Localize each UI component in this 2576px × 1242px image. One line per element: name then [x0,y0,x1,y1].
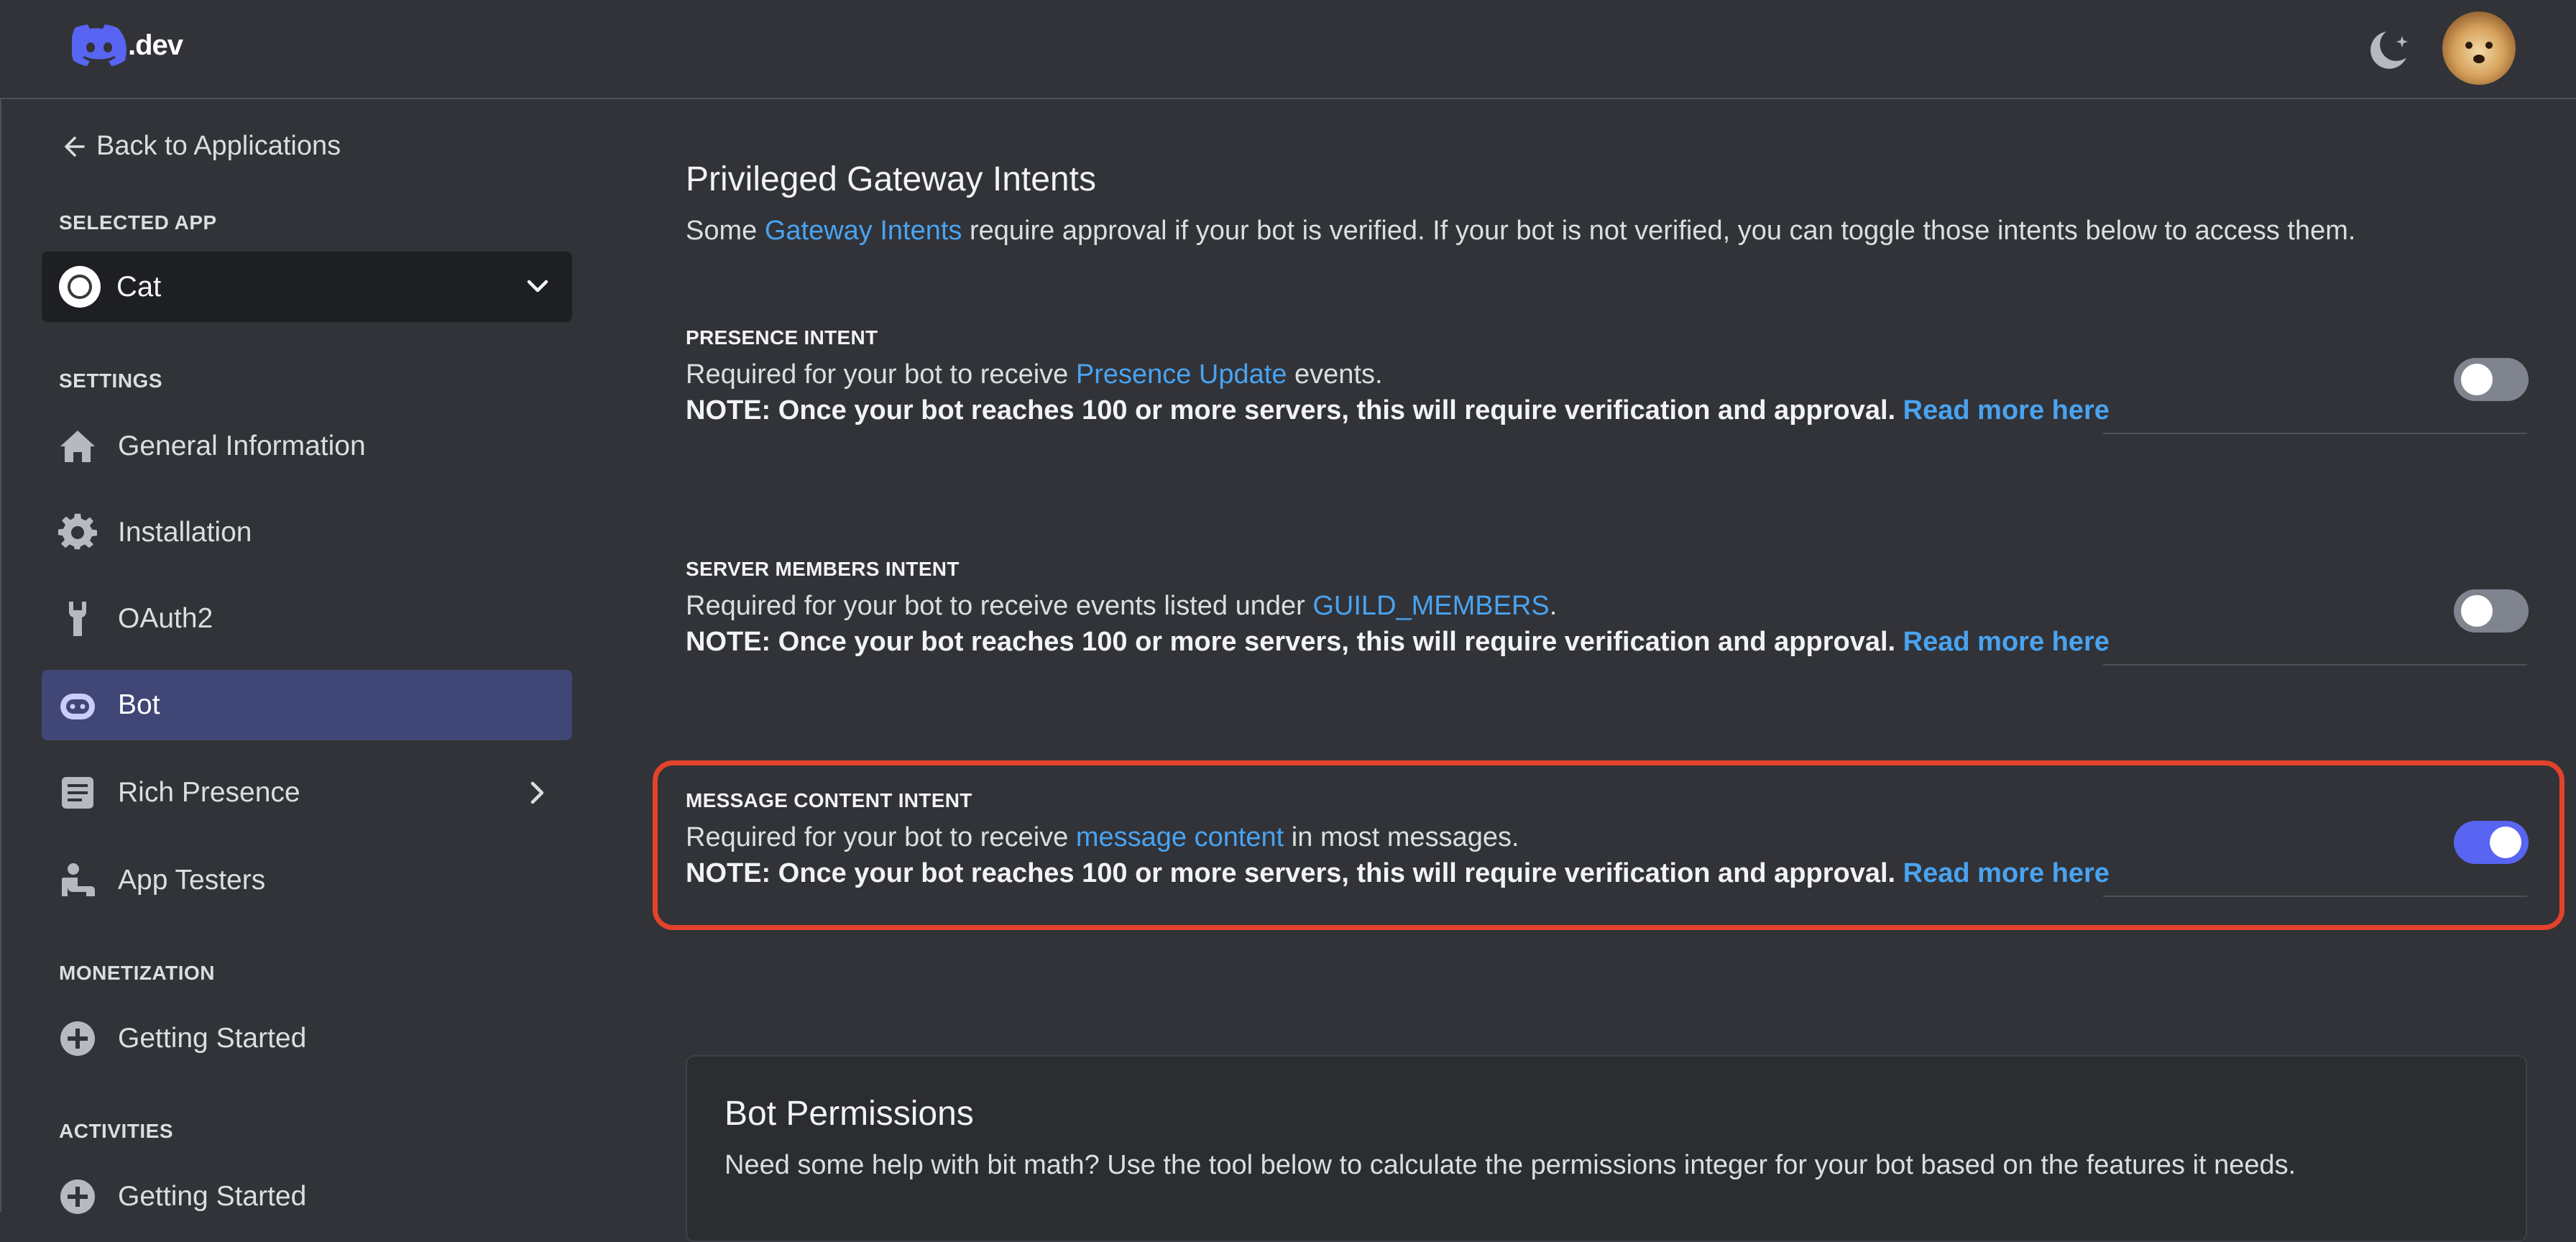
toggle-knob [2461,364,2493,395]
chevron-down-icon [527,280,548,293]
desc-text: Some [686,216,765,246]
activities-heading: ACTIVITIES [59,1120,174,1142]
selected-app-heading: SELECTED APP [59,211,217,234]
highlight-annotation-box [653,760,2564,930]
intent-note: NOTE: Once your bot reaches 100 or more … [686,627,2110,658]
server-members-intent-row: SERVER MEMBERS INTENT Required for your … [686,558,2529,673]
logo-text: .dev [128,29,183,61]
plus-circle-icon [56,1175,99,1218]
back-to-applications-link[interactable]: Back to Applications [59,131,341,162]
bot-icon [56,684,99,727]
divider [2103,433,2527,434]
sidebar: Back to Applications SELECTED APP Cat SE… [0,99,604,1214]
intent-label: PRESENCE INTENT [686,326,878,349]
top-bar: .dev [0,0,2576,99]
note-text: NOTE: Once your bot reaches 100 or more … [686,395,1903,426]
divider [2103,664,2527,666]
toggle-knob [2461,595,2493,627]
chevron-right-icon [530,781,544,804]
intent-text: Required for your bot to receive [686,359,1076,390]
presence-update-link[interactable]: Presence Update [1076,359,1287,390]
settings-heading: SETTINGS [59,369,163,392]
back-label: Back to Applications [96,131,341,161]
plus-circle-icon [56,1017,99,1060]
bot-permissions-title: Bot Permissions [724,1095,974,1133]
read-more-link[interactable]: Read more here [1903,395,2110,426]
intent-note: NOTE: Once your bot reaches 100 or more … [686,395,2110,426]
moon-stars-icon[interactable] [2365,26,2416,72]
gear-icon [56,511,99,554]
desc-text: require approval if your bot is verified… [962,216,2356,246]
sidebar-item-label: Getting Started [118,1023,307,1054]
server-members-intent-toggle[interactable] [2454,589,2529,632]
intent-description: Required for your bot to receive Presenc… [686,359,1383,390]
selected-app-name: Cat [116,270,162,303]
read-more-link[interactable]: Read more here [1903,627,2110,657]
main-content: Privileged Gateway Intents Some Gateway … [604,99,2576,1242]
sidebar-item-label: General Information [118,431,366,461]
gateway-intents-link[interactable]: Gateway Intents [765,216,962,246]
guild-members-link[interactable]: GUILD_MEMBERS [1312,591,1549,621]
wrench-icon [56,597,99,640]
intent-description: Required for your bot to receive events … [686,591,1557,622]
presence-intent-toggle[interactable] [2454,358,2529,401]
sidebar-item-activities-getting-started[interactable]: Getting Started [42,1162,572,1232]
arrow-left-icon [65,136,85,157]
sidebar-item-monetization-getting-started[interactable]: Getting Started [42,1003,572,1074]
monetization-heading: MONETIZATION [59,962,216,984]
sidebar-item-bot[interactable]: Bot [42,670,572,740]
page-title: Privileged Gateway Intents [686,160,1096,198]
avatar-nose [2473,55,2485,63]
discord-dev-logo[interactable]: .dev [72,24,183,66]
sidebar-item-app-testers[interactable]: App Testers [42,845,572,916]
sidebar-item-general-information[interactable]: General Information [42,411,572,482]
sidebar-item-label: Bot [118,689,160,720]
sidebar-item-rich-presence[interactable]: Rich Presence [42,758,572,828]
intent-label: SERVER MEMBERS INTENT [686,558,960,580]
presence-intent-row: PRESENCE INTENT Required for your bot to… [686,326,2529,441]
sidebar-item-label: Rich Presence [118,777,300,808]
sidebar-item-installation[interactable]: Installation [42,497,572,568]
discord-logo-icon [72,24,126,66]
sidebar-item-label: Getting Started [118,1181,307,1212]
section-description: Some Gateway Intents require approval if… [686,216,2355,247]
bot-permissions-card: Bot Permissions Need some help with bit … [686,1055,2527,1242]
app-avatar [59,266,101,308]
sidebar-item-oauth2[interactable]: OAuth2 [42,584,572,654]
app-selector-dropdown[interactable]: Cat [42,252,572,322]
intent-text: events. [1287,359,1383,390]
avatar-eye-left [2465,42,2472,49]
bot-permissions-description: Need some help with bit math? Use the to… [724,1150,2296,1180]
sidebar-item-label: App Testers [118,865,266,896]
person-icon [56,859,99,902]
avatar-eye-right [2485,42,2493,49]
note-text: NOTE: Once your bot reaches 100 or more … [686,627,1903,657]
user-avatar[interactable] [2442,12,2516,85]
sidebar-item-label: Installation [118,517,252,548]
intent-text: Required for your bot to receive events … [686,591,1313,621]
document-icon [56,771,99,814]
sidebar-item-label: OAuth2 [118,603,213,634]
home-icon [56,425,99,468]
intent-text: . [1549,591,1558,621]
